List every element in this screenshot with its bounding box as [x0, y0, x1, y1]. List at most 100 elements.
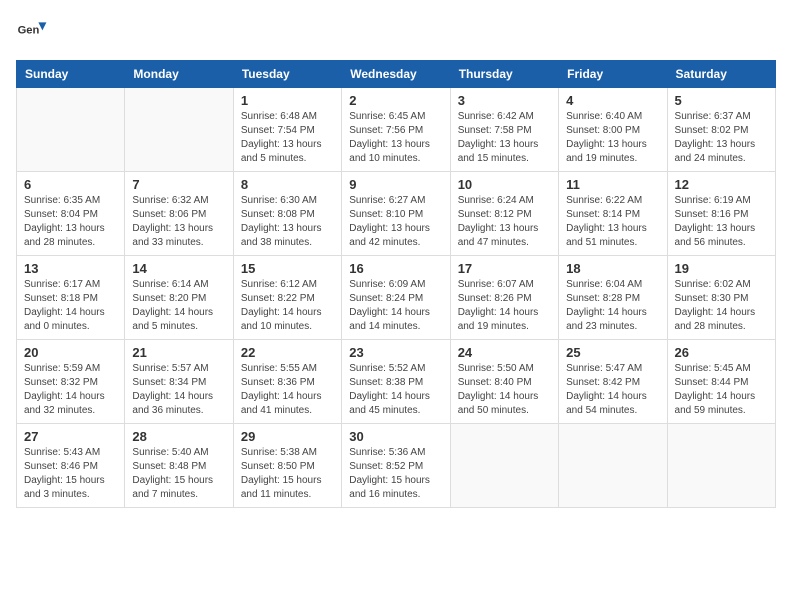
day-cell: [667, 424, 775, 508]
day-cell: 24Sunrise: 5:50 AMSunset: 8:40 PMDayligh…: [450, 340, 558, 424]
svg-text:Gen: Gen: [18, 25, 40, 37]
week-row-4: 20 Sunrise: 5:59 AMSunset: 8:32 PMDayligh…: [17, 340, 776, 424]
day-info: Sunrise: 6:17 AMSunset: 8:18 PMDaylight:…: [24, 278, 117, 334]
day-cell: 13 Sunrise: 6:17 AMSunset: 8:18 PMDayligh…: [17, 256, 125, 340]
day-info: Sunrise: 6:09 AMSunset: 8:24 PMDaylight:…: [349, 278, 442, 334]
day-cell: [450, 424, 558, 508]
day-cell: 26 Sunrise: 5:45 AMSunset: 8:44 PMDayligh…: [667, 340, 775, 424]
day-info: Sunrise: 6:37 AMSunset: 8:02 PMDaylight:…: [675, 110, 768, 166]
day-cell: 11Sunrise: 6:22 AMSunset: 8:14 PMDayligh…: [559, 172, 667, 256]
day-cell: 14 Sunrise: 6:14 AMSunset: 8:20 PMDayligh…: [125, 256, 233, 340]
day-number: 27: [24, 429, 117, 444]
day-number: 23: [349, 345, 442, 360]
week-row-1: 1 Sunrise: 6:48 AMSunset: 7:54 PMDaylight…: [17, 88, 776, 172]
day-info: Sunrise: 6:12 AMSunset: 8:22 PMDaylight:…: [241, 278, 334, 334]
day-number: 21: [132, 345, 225, 360]
header-monday: Monday: [125, 61, 233, 88]
day-cell: 3 Sunrise: 6:42 AMSunset: 7:58 PMDaylight…: [450, 88, 558, 172]
day-info: Sunrise: 5:55 AMSunset: 8:36 PMDaylight:…: [241, 362, 334, 418]
day-number: 10: [458, 177, 551, 192]
week-row-2: 6Sunrise: 6:35 AMSunset: 8:04 PMDaylight…: [17, 172, 776, 256]
day-number: 6: [24, 177, 117, 192]
day-info: Sunrise: 5:38 AMSunset: 8:50 PMDaylight:…: [241, 446, 334, 502]
day-info: Sunrise: 6:30 AMSunset: 8:08 PMDaylight:…: [241, 194, 334, 250]
day-cell: 16 Sunrise: 6:09 AMSunset: 8:24 PMDayligh…: [342, 256, 450, 340]
day-number: 15: [241, 261, 334, 276]
day-number: 18: [566, 261, 659, 276]
day-number: 7: [132, 177, 225, 192]
day-cell: 23 Sunrise: 5:52 AMSunset: 8:38 PMDayligh…: [342, 340, 450, 424]
day-cell: 1 Sunrise: 6:48 AMSunset: 7:54 PMDaylight…: [233, 88, 341, 172]
day-number: 4: [566, 93, 659, 108]
day-cell: 15 Sunrise: 6:12 AMSunset: 8:22 PMDayligh…: [233, 256, 341, 340]
day-cell: 20 Sunrise: 5:59 AMSunset: 8:32 PMDayligh…: [17, 340, 125, 424]
day-number: 9: [349, 177, 442, 192]
day-number: 30: [349, 429, 442, 444]
day-cell: 17 Sunrise: 6:07 AMSunset: 8:26 PMDayligh…: [450, 256, 558, 340]
day-number: 25: [566, 345, 659, 360]
day-cell: 27 Sunrise: 5:43 AMSunset: 8:46 PMDayligh…: [17, 424, 125, 508]
day-info: Sunrise: 6:02 AMSunset: 8:30 PMDaylight:…: [675, 278, 768, 334]
day-cell: [559, 424, 667, 508]
day-number: 29: [241, 429, 334, 444]
day-info: Sunrise: 6:27 AMSunset: 8:10 PMDaylight:…: [349, 194, 442, 250]
day-number: 8: [241, 177, 334, 192]
day-cell: 28Sunrise: 5:40 AMSunset: 8:48 PMDayligh…: [125, 424, 233, 508]
day-cell: 22 Sunrise: 5:55 AMSunset: 8:36 PMDayligh…: [233, 340, 341, 424]
day-info: Sunrise: 6:14 AMSunset: 8:20 PMDaylight:…: [132, 278, 225, 334]
logo-icon: Gen: [16, 16, 48, 48]
day-number: 12: [675, 177, 768, 192]
page-header: Gen: [16, 16, 776, 48]
day-info: Sunrise: 6:45 AMSunset: 7:56 PMDaylight:…: [349, 110, 442, 166]
header-wednesday: Wednesday: [342, 61, 450, 88]
day-info: Sunrise: 6:32 AMSunset: 8:06 PMDaylight:…: [132, 194, 225, 250]
calendar-table: SundayMondayTuesdayWednesdayThursdayFrid…: [16, 60, 776, 508]
day-cell: 19 Sunrise: 6:02 AMSunset: 8:30 PMDayligh…: [667, 256, 775, 340]
day-cell: 7 Sunrise: 6:32 AMSunset: 8:06 PMDaylight…: [125, 172, 233, 256]
day-number: 22: [241, 345, 334, 360]
week-row-3: 13 Sunrise: 6:17 AMSunset: 8:18 PMDayligh…: [17, 256, 776, 340]
day-info: Sunrise: 6:07 AMSunset: 8:26 PMDaylight:…: [458, 278, 551, 334]
day-cell: 29 Sunrise: 5:38 AMSunset: 8:50 PMDayligh…: [233, 424, 341, 508]
day-cell: 18 Sunrise: 6:04 AMSunset: 8:28 PMDayligh…: [559, 256, 667, 340]
day-info: Sunrise: 5:47 AMSunset: 8:42 PMDaylight:…: [566, 362, 659, 418]
day-cell: 10 Sunrise: 6:24 AMSunset: 8:12 PMDayligh…: [450, 172, 558, 256]
day-cell: 21Sunrise: 5:57 AMSunset: 8:34 PMDayligh…: [125, 340, 233, 424]
day-number: 14: [132, 261, 225, 276]
day-cell: [17, 88, 125, 172]
day-number: 16: [349, 261, 442, 276]
day-number: 17: [458, 261, 551, 276]
header-saturday: Saturday: [667, 61, 775, 88]
day-cell: 9 Sunrise: 6:27 AMSunset: 8:10 PMDaylight…: [342, 172, 450, 256]
day-number: 2: [349, 93, 442, 108]
logo: Gen: [16, 16, 52, 48]
day-info: Sunrise: 5:40 AMSunset: 8:48 PMDaylight:…: [132, 446, 225, 502]
day-info: Sunrise: 6:48 AMSunset: 7:54 PMDaylight:…: [241, 110, 334, 166]
day-cell: 30 Sunrise: 5:36 AMSunset: 8:52 PMDayligh…: [342, 424, 450, 508]
day-cell: 2 Sunrise: 6:45 AMSunset: 7:56 PMDaylight…: [342, 88, 450, 172]
day-cell: 6Sunrise: 6:35 AMSunset: 8:04 PMDaylight…: [17, 172, 125, 256]
day-info: Sunrise: 5:59 AMSunset: 8:32 PMDaylight:…: [24, 362, 117, 418]
day-info: Sunrise: 6:42 AMSunset: 7:58 PMDaylight:…: [458, 110, 551, 166]
day-info: Sunrise: 5:52 AMSunset: 8:38 PMDaylight:…: [349, 362, 442, 418]
day-info: Sunrise: 5:45 AMSunset: 8:44 PMDaylight:…: [675, 362, 768, 418]
day-number: 3: [458, 93, 551, 108]
day-cell: [125, 88, 233, 172]
day-number: 20: [24, 345, 117, 360]
day-cell: 4Sunrise: 6:40 AMSunset: 8:00 PMDaylight…: [559, 88, 667, 172]
day-cell: 12 Sunrise: 6:19 AMSunset: 8:16 PMDayligh…: [667, 172, 775, 256]
header-thursday: Thursday: [450, 61, 558, 88]
day-number: 26: [675, 345, 768, 360]
day-info: Sunrise: 5:43 AMSunset: 8:46 PMDaylight:…: [24, 446, 117, 502]
day-cell: 25 Sunrise: 5:47 AMSunset: 8:42 PMDayligh…: [559, 340, 667, 424]
calendar-header-row: SundayMondayTuesdayWednesdayThursdayFrid…: [17, 61, 776, 88]
day-cell: 5 Sunrise: 6:37 AMSunset: 8:02 PMDaylight…: [667, 88, 775, 172]
day-info: Sunrise: 6:24 AMSunset: 8:12 PMDaylight:…: [458, 194, 551, 250]
day-info: Sunrise: 6:19 AMSunset: 8:16 PMDaylight:…: [675, 194, 768, 250]
day-number: 13: [24, 261, 117, 276]
day-info: Sunrise: 5:36 AMSunset: 8:52 PMDaylight:…: [349, 446, 442, 502]
day-number: 5: [675, 93, 768, 108]
day-number: 19: [675, 261, 768, 276]
day-info: Sunrise: 6:04 AMSunset: 8:28 PMDaylight:…: [566, 278, 659, 334]
day-number: 1: [241, 93, 334, 108]
